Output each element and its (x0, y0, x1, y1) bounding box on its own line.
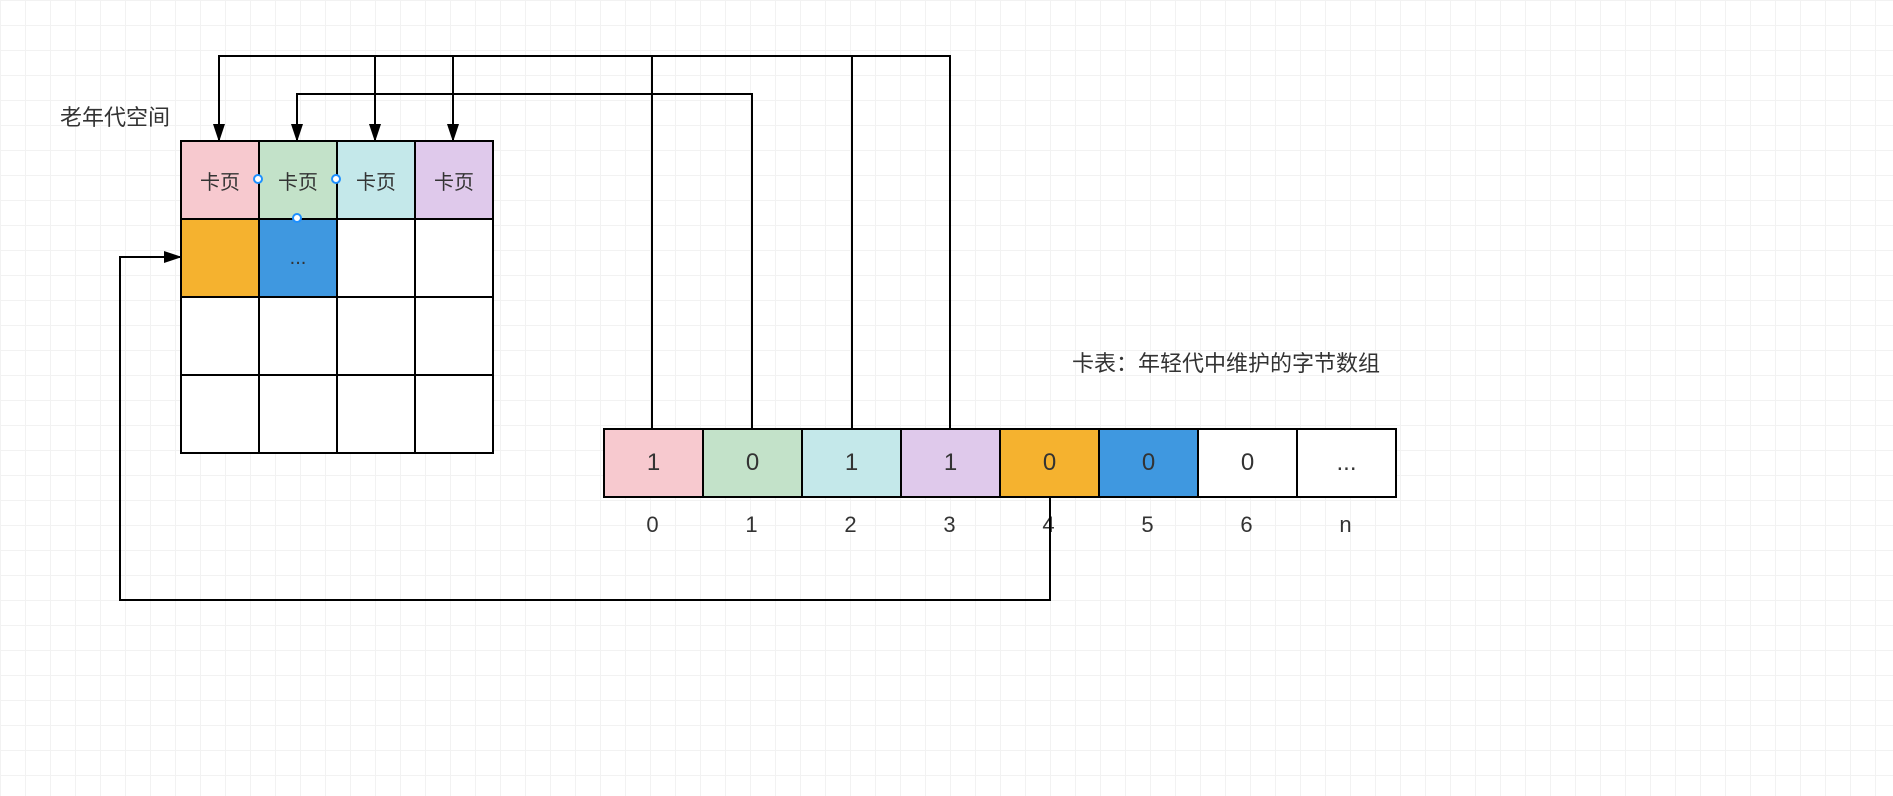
card3-to-page3-arrow (453, 56, 950, 428)
card1-to-page1-arrow (297, 94, 752, 428)
reference-dot-1 (331, 174, 341, 184)
card0-to-page0-arrow (219, 56, 652, 428)
card4-to-cell5-arrow (120, 257, 1050, 600)
reference-dot-0 (253, 174, 263, 184)
arrow-layer (0, 0, 1893, 796)
reference-dot-2 (292, 213, 302, 223)
card2-to-page2-arrow (375, 56, 852, 428)
